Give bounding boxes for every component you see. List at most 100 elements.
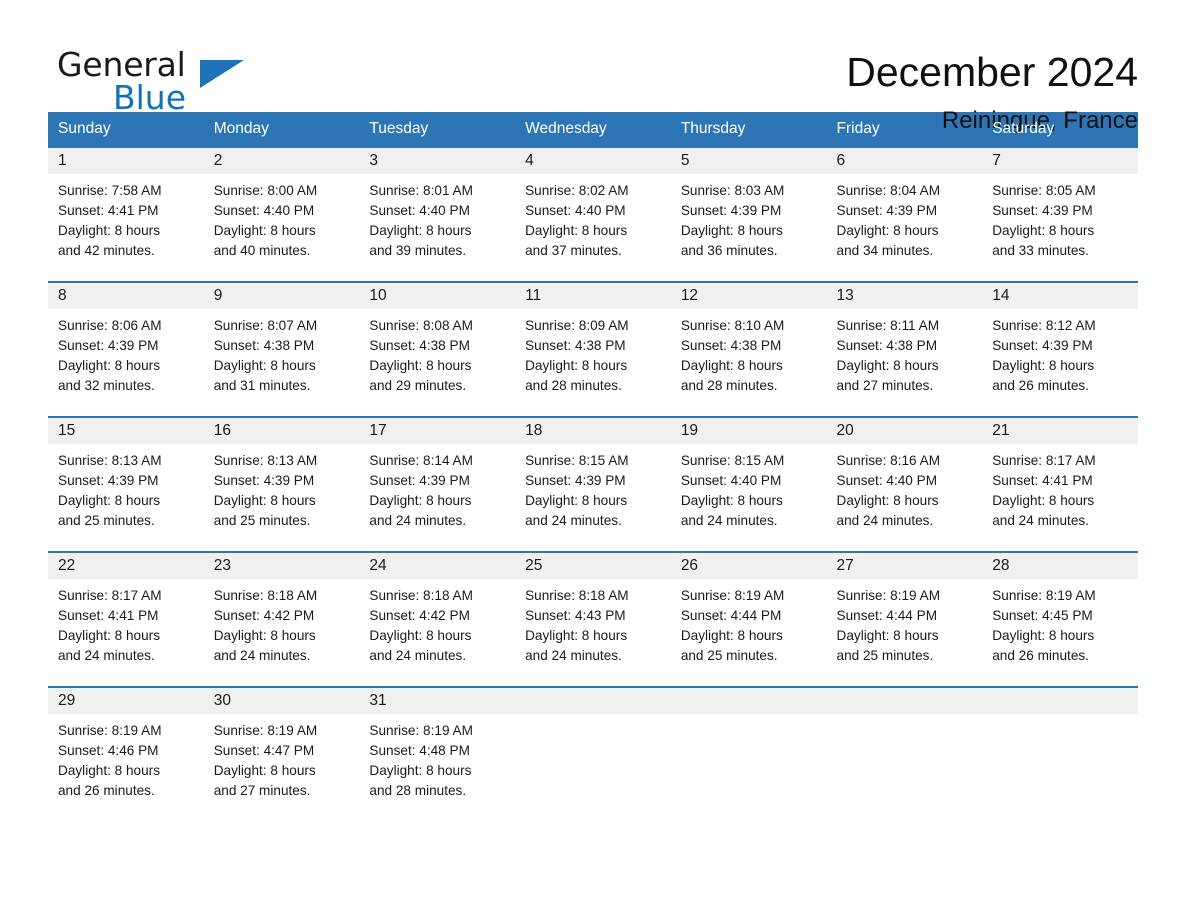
sunset-text: Sunset: 4:41 PM [992,472,1093,488]
daylight-text-line1: Daylight: 8 hours [58,492,161,508]
day-cell[interactable]: 25 Sunrise: 8:18 AM Sunset: 4:43 PM Dayl… [515,550,671,687]
sunrise-text: Sunrise: 8:12 AM [992,317,1096,333]
daylight-text-line2: and 25 minutes. [836,647,934,663]
weekday-header-wednesday: Wednesday [515,112,671,148]
daylight-text-line2: and 25 minutes. [58,512,155,528]
day-cell[interactable]: 7 Sunrise: 8:05 AM Sunset: 4:39 PM Dayli… [982,147,1138,282]
day-cell[interactable]: 8 Sunrise: 8:06 AM Sunset: 4:39 PM Dayli… [48,280,204,417]
daylight-text-line1: Daylight: 8 hours [836,222,939,238]
day-number: 7 [982,147,1138,174]
daylight-text-line2: and 26 minutes. [992,377,1089,393]
sunrise-text: Sunrise: 8:04 AM [836,182,941,198]
sunrise-text: Sunrise: 8:18 AM [525,587,629,603]
day-cell[interactable]: 27 Sunrise: 8:19 AM Sunset: 4:44 PM Dayl… [826,550,983,687]
day-details: Sunrise: 8:16 AM Sunset: 4:40 PM Dayligh… [827,444,983,531]
day-details: Sunrise: 8:17 AM Sunset: 4:41 PM Dayligh… [982,444,1138,531]
calendar-body: 1 Sunrise: 7:58 AM Sunset: 4:41 PM Dayli… [48,147,1138,821]
daylight-text-line1: Daylight: 8 hours [992,492,1095,508]
day-number: 10 [359,282,516,309]
day-cell[interactable]: 19 Sunrise: 8:15 AM Sunset: 4:40 PM Dayl… [670,415,827,552]
day-cell[interactable]: 17 Sunrise: 8:14 AM Sunset: 4:39 PM Dayl… [359,415,516,552]
day-cell[interactable]: 26 Sunrise: 8:19 AM Sunset: 4:44 PM Dayl… [670,550,827,687]
day-cell[interactable]: 11 Sunrise: 8:09 AM Sunset: 4:38 PM Dayl… [515,280,671,417]
day-number: 2 [203,147,360,174]
day-cell[interactable]: 15 Sunrise: 8:13 AM Sunset: 4:39 PM Dayl… [48,415,204,552]
day-cell[interactable]: 22 Sunrise: 8:17 AM Sunset: 4:41 PM Dayl… [48,550,204,687]
daylight-text-line2: and 40 minutes. [213,242,311,258]
day-number: 9 [203,282,360,309]
day-cell[interactable]: 30 Sunrise: 8:19 AM Sunset: 4:47 PM Dayl… [203,685,360,821]
day-cell[interactable]: 4 Sunrise: 8:02 AM Sunset: 4:40 PM Dayli… [515,147,671,282]
sunrise-text: Sunrise: 8:19 AM [680,587,785,603]
daylight-text-line1: Daylight: 8 hours [836,357,939,373]
daylight-text-line2: and 27 minutes. [836,377,934,393]
day-details: Sunrise: 8:13 AM Sunset: 4:39 PM Dayligh… [204,444,360,531]
day-cell[interactable]: 31 Sunrise: 8:19 AM Sunset: 4:48 PM Dayl… [359,685,516,821]
day-number [826,687,983,714]
day-cell[interactable]: 2 Sunrise: 8:00 AM Sunset: 4:40 PM Dayli… [203,147,360,282]
day-number: 13 [826,282,983,309]
day-cell[interactable]: 14 Sunrise: 8:12 AM Sunset: 4:39 PM Dayl… [982,280,1138,417]
daylight-text-line2: and 28 minutes. [369,782,467,798]
day-cell[interactable]: 9 Sunrise: 8:07 AM Sunset: 4:38 PM Dayli… [203,280,360,417]
day-cell[interactable]: 16 Sunrise: 8:13 AM Sunset: 4:39 PM Dayl… [203,415,360,552]
day-cell[interactable]: 18 Sunrise: 8:15 AM Sunset: 4:39 PM Dayl… [515,415,671,552]
day-number: 22 [48,552,204,579]
daylight-text-line1: Daylight: 8 hours [680,222,783,238]
daylight-text-line2: and 34 minutes. [836,242,934,258]
day-cell[interactable]: 5 Sunrise: 8:03 AM Sunset: 4:39 PM Dayli… [670,147,827,282]
sunset-text: Sunset: 4:39 PM [992,202,1093,218]
day-details: Sunrise: 8:15 AM Sunset: 4:39 PM Dayligh… [515,444,671,531]
weekday-header-monday: Monday [203,112,360,148]
day-details: Sunrise: 8:00 AM Sunset: 4:40 PM Dayligh… [204,174,360,261]
sunset-text: Sunset: 4:40 PM [213,202,315,218]
daylight-text-line2: and 24 minutes. [213,647,311,663]
day-details: Sunrise: 8:18 AM Sunset: 4:43 PM Dayligh… [515,579,671,666]
day-cell[interactable]: 24 Sunrise: 8:18 AM Sunset: 4:42 PM Dayl… [359,550,516,687]
day-cell[interactable]: 1 Sunrise: 7:58 AM Sunset: 4:41 PM Dayli… [48,147,204,282]
sunset-text: Sunset: 4:39 PM [992,337,1093,353]
sunrise-text: Sunrise: 8:03 AM [680,182,785,198]
day-cell[interactable]: 28 Sunrise: 8:19 AM Sunset: 4:45 PM Dayl… [982,550,1138,687]
day-number: 8 [48,282,204,309]
day-cell[interactable]: 3 Sunrise: 8:01 AM Sunset: 4:40 PM Dayli… [359,147,516,282]
daylight-text-line1: Daylight: 8 hours [369,357,472,373]
sunset-text: Sunset: 4:40 PM [680,472,782,488]
sunrise-text: Sunrise: 8:17 AM [992,452,1096,468]
day-cell-empty [670,685,827,821]
day-cell[interactable]: 12 Sunrise: 8:10 AM Sunset: 4:38 PM Dayl… [670,280,827,417]
day-cell[interactable]: 29 Sunrise: 8:19 AM Sunset: 4:46 PM Dayl… [48,685,204,821]
sunset-text: Sunset: 4:48 PM [369,742,470,758]
day-details: Sunrise: 8:17 AM Sunset: 4:41 PM Dayligh… [48,579,204,666]
daylight-text-line1: Daylight: 8 hours [213,222,316,238]
sunset-text: Sunset: 4:38 PM [680,337,782,353]
day-details: Sunrise: 8:04 AM Sunset: 4:39 PM Dayligh… [827,174,983,261]
day-cell[interactable]: 6 Sunrise: 8:04 AM Sunset: 4:39 PM Dayli… [826,147,983,282]
sunset-text: Sunset: 4:40 PM [369,202,470,218]
day-number: 4 [515,147,671,174]
daylight-text-line1: Daylight: 8 hours [58,357,161,373]
day-cell[interactable]: 21 Sunrise: 8:17 AM Sunset: 4:41 PM Dayl… [982,415,1138,552]
sunset-text: Sunset: 4:39 PM [58,337,159,353]
day-details [671,714,827,721]
daylight-text-line2: and 28 minutes. [525,377,622,393]
daylight-text-line1: Daylight: 8 hours [213,492,316,508]
sunset-text: Sunset: 4:45 PM [992,607,1093,623]
sunrise-text: Sunrise: 8:16 AM [836,452,941,468]
daylight-text-line2: and 26 minutes. [58,782,155,798]
day-details [982,714,1138,721]
daylight-text-line2: and 24 minutes. [680,512,778,528]
week-row: 1 Sunrise: 7:58 AM Sunset: 4:41 PM Dayli… [48,147,1138,282]
day-cell[interactable]: 13 Sunrise: 8:11 AM Sunset: 4:38 PM Dayl… [826,280,983,417]
day-number: 24 [359,552,516,579]
day-details: Sunrise: 8:19 AM Sunset: 4:45 PM Dayligh… [982,579,1138,666]
day-cell[interactable]: 10 Sunrise: 8:08 AM Sunset: 4:38 PM Dayl… [359,280,516,417]
day-cell[interactable]: 23 Sunrise: 8:18 AM Sunset: 4:42 PM Dayl… [203,550,360,687]
day-details: Sunrise: 8:18 AM Sunset: 4:42 PM Dayligh… [204,579,360,666]
sunset-text: Sunset: 4:39 PM [525,472,626,488]
week-row: 29 Sunrise: 8:19 AM Sunset: 4:46 PM Dayl… [48,685,1138,821]
daylight-text-line2: and 24 minutes. [369,647,467,663]
sunrise-text: Sunrise: 8:17 AM [58,587,162,603]
sunset-text: Sunset: 4:38 PM [369,337,470,353]
day-cell[interactable]: 20 Sunrise: 8:16 AM Sunset: 4:40 PM Dayl… [826,415,983,552]
